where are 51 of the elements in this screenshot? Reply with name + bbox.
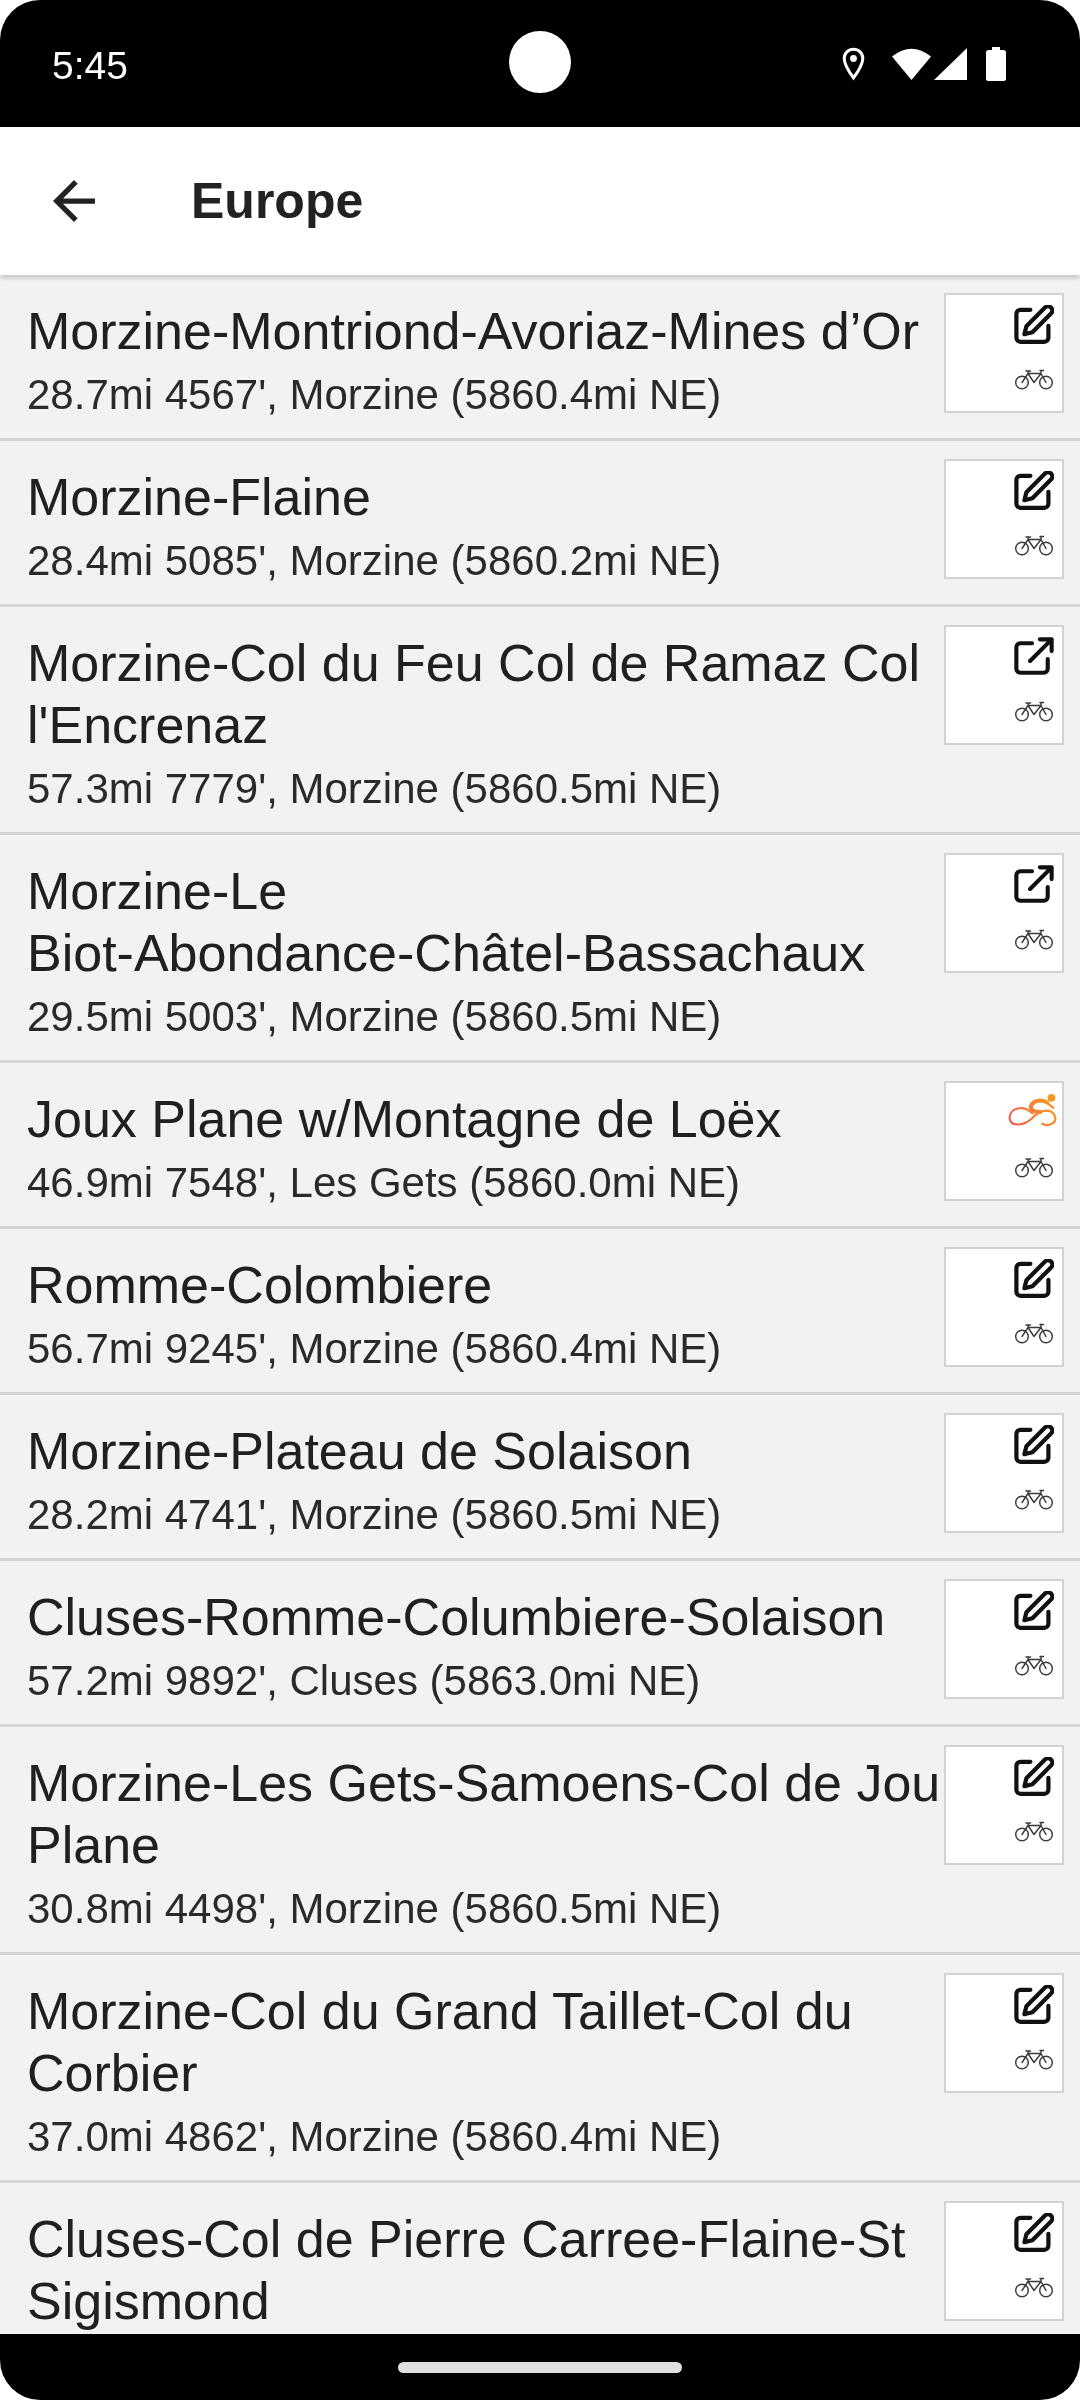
route-title: Morzine-Le Biot-Abondance-Châtel-Bassachaux xyxy=(27,861,867,984)
route-details: 30.8mi 4498', Morzine (5860.5mi NE) xyxy=(27,1884,723,1933)
signal-icon xyxy=(934,47,967,80)
route-title: Morzine-Col du Feu Col de Ramaz Col l'Encrenaz xyxy=(27,633,921,756)
route-details: 57.2mi 9892', Cluses (5863.0mi NE) xyxy=(27,1656,702,1705)
route-title: Cluses-Col de Pierre Carree-Flaine-St Sigismond xyxy=(27,2209,907,2332)
bicycle-icon xyxy=(1014,1489,1054,1510)
edit-icon xyxy=(1014,1757,1054,1797)
screen-title: Europe xyxy=(191,172,364,231)
gesture-handle[interactable] xyxy=(398,2361,682,2373)
bicycle-icon xyxy=(1014,1157,1054,1178)
edit-icon xyxy=(1014,1425,1054,1465)
bicycle-icon xyxy=(1014,1323,1054,1344)
route-title: Morzine-Plateau de Solaison xyxy=(27,1421,693,1482)
external-link-icon xyxy=(1014,865,1054,905)
bicycle-icon xyxy=(1014,369,1054,390)
bicycle-icon xyxy=(1014,1821,1054,1842)
route-details: 28.7mi 4567', Morzine (5860.4mi NE) xyxy=(27,370,723,419)
route-title: Morzine-Les Gets-Samoens-Col de Jou Plane xyxy=(27,1753,942,1876)
edit-icon xyxy=(1014,1259,1054,1299)
camera-cutout-icon xyxy=(509,31,571,93)
location-pin-icon xyxy=(842,46,865,81)
bicycle-icon xyxy=(1014,535,1054,556)
route-details: 28.2mi 4741', Morzine (5860.5mi NE) xyxy=(27,1490,723,1539)
route-title: Romme-Colombiere xyxy=(27,1255,494,1316)
route-title: Cluses-Romme-Columbiere-Solaison xyxy=(27,1587,887,1648)
wifi-icon xyxy=(892,47,931,80)
bicycle-icon xyxy=(1014,2277,1054,2298)
external-link-icon xyxy=(1014,637,1054,677)
edit-icon xyxy=(1014,471,1054,511)
route-title: Morzine-Col du Grand Taillet-Col du Corbier xyxy=(27,1981,854,2104)
route-details: 37.0mi 4862', Morzine (5860.4mi NE) xyxy=(27,2112,723,2161)
route-title: Morzine-Flaine xyxy=(27,467,372,528)
bicycle-icon xyxy=(1014,1655,1054,1676)
edit-icon xyxy=(1014,305,1054,345)
route-title: Morzine-Montriond-Avoriaz-Mines d’Or xyxy=(27,301,920,362)
back-arrow-icon[interactable] xyxy=(53,180,95,222)
bicycle-icon xyxy=(1014,701,1054,722)
route-title: Joux Plane w/Montagne de Loëx xyxy=(27,1089,783,1150)
battery-icon xyxy=(986,46,1006,81)
status-time: 5:45 xyxy=(52,43,128,88)
route-details: 57.3mi 7779', Morzine (5860.5mi NE) xyxy=(27,764,723,813)
edit-icon xyxy=(1014,1985,1054,2025)
route-details: 29.5mi 5003', Morzine (5860.5mi NE) xyxy=(27,992,723,1041)
edit-icon xyxy=(1014,2213,1054,2253)
bicycle-icon xyxy=(1014,2049,1054,2070)
route-details: 46.9mi 7548', Les Gets (5860.0mi NE) xyxy=(27,1158,742,1207)
route-details: 28.4mi 5085', Morzine (5860.2mi NE) xyxy=(27,536,723,585)
bicycle-icon xyxy=(1014,929,1054,950)
edit-icon xyxy=(1014,1591,1054,1631)
route-details: 56.7mi 9245', Morzine (5860.4mi NE) xyxy=(27,1324,723,1373)
